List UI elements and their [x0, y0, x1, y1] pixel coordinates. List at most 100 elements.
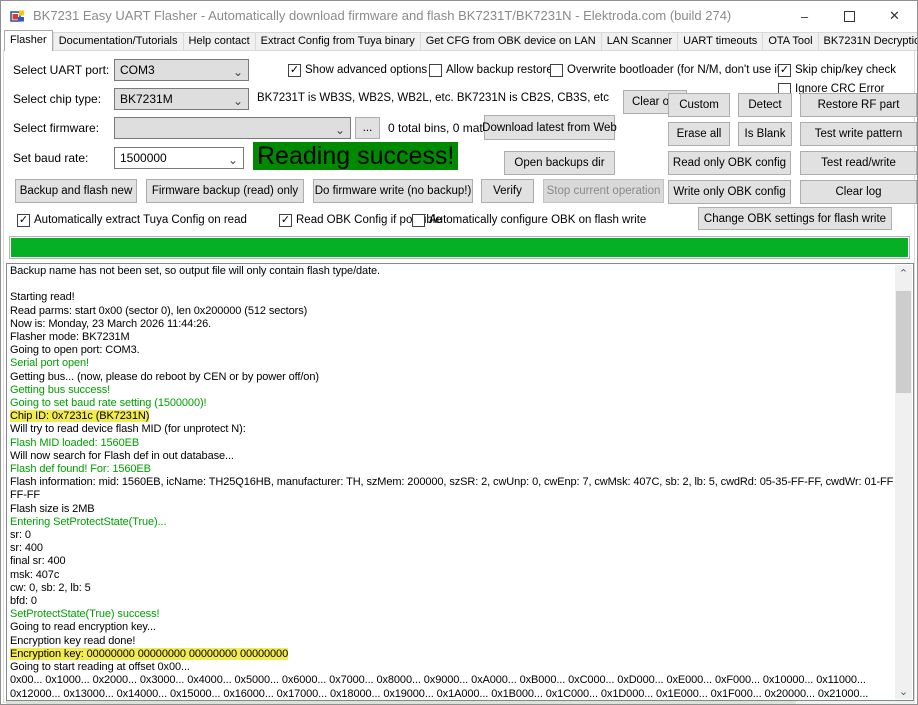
log-line: Starting read! — [10, 291, 75, 304]
tab-get-cfg-from-obk-device-on-lan[interactable]: Get CFG from OBK device on LAN — [420, 32, 602, 51]
erase-all-button[interactable]: Erase all — [668, 122, 730, 146]
verify-button[interactable]: Verify — [481, 179, 534, 203]
log-line: Encryption key read done! — [10, 634, 136, 647]
tab-help-contact[interactable]: Help contact — [183, 32, 256, 51]
checkbox-unchecked-icon[interactable] — [550, 63, 563, 77]
log-line: Now is: Monday, 23 March 2026 11:44:26. — [10, 317, 212, 330]
backup-and-flash-new-button[interactable]: Backup and flash new — [15, 179, 137, 203]
title-bar: BK7231 Easy UART Flasher - Automatically… — [1, 1, 917, 31]
checkbox-label: Automatically extract Tuya Config on rea… — [34, 214, 247, 226]
log-text: Backup name has not been set, so output … — [10, 265, 893, 698]
overwrite-bootloader-checkbox[interactable]: Overwrite bootloader (for N/M, don't use… — [550, 62, 784, 78]
scroll-up-icon[interactable]: ⌃ — [895, 265, 912, 281]
scroll-down-icon[interactable]: ⌄ — [895, 683, 912, 699]
tab-uart-timeouts[interactable]: UART timeouts — [678, 32, 764, 51]
tab-extract-config-from-tuya-binary[interactable]: Extract Config from Tuya binary — [255, 32, 421, 51]
checkbox-checked-icon[interactable]: ✓ — [17, 213, 30, 227]
checkbox-label: Allow backup restore — [446, 64, 553, 76]
chip-type-select[interactable]: BK7231M ⌄ — [114, 88, 249, 110]
checkbox-unchecked-icon[interactable] — [429, 63, 442, 77]
tab-lan-scanner[interactable]: LAN Scanner — [601, 32, 679, 51]
log-line: Will now search for Flash def in out dat… — [10, 449, 234, 462]
chevron-down-icon: ⌄ — [232, 94, 243, 108]
stop-operation-button[interactable]: Stop current operation — [543, 179, 664, 203]
write-only-obk-config-button[interactable]: Write only OBK config — [668, 180, 791, 204]
change-obk-settings-button[interactable]: Change OBK settings for flash write — [698, 207, 892, 230]
log-horizontal-scrollbar[interactable] — [6, 701, 914, 704]
app-window: BK7231 Easy UART Flasher - Automatically… — [0, 0, 918, 705]
minimize-button[interactable]: – — [782, 1, 827, 31]
auto-extract-tuya-checkbox[interactable]: ✓ Automatically extract Tuya Config on re… — [17, 212, 247, 228]
checkbox-label: Skip chip/key check — [795, 64, 896, 76]
log-line: sr: 0 — [10, 529, 31, 542]
tab-flasher[interactable]: Flasher — [4, 30, 53, 51]
close-button[interactable]: ✕ — [872, 1, 917, 31]
log-line: 0x12000... 0x13000... 0x14000... 0x15000… — [10, 687, 869, 699]
log-line: Going to set baud rate setting (1500000)… — [10, 397, 207, 410]
is-blank-button[interactable]: Is Blank — [738, 122, 792, 146]
log-line: Read parms: start 0x00 (sector 0), len 0… — [10, 304, 308, 317]
firmware-backup-button[interactable]: Firmware backup (read) only — [146, 179, 304, 203]
uart-port-label: Select UART port: — [13, 63, 110, 77]
firmware-write-button[interactable]: Do firmware write (no backup!) — [313, 179, 473, 203]
log-line: Entering SetProtectState(True)... — [10, 515, 167, 528]
firmware-select[interactable]: ⌄ — [114, 117, 351, 139]
log-line: Getting bus... (now, please do reboot by… — [10, 370, 319, 383]
chip-type-value: BK7231M — [120, 92, 173, 106]
log-line: Flash def found! For: 1560EB — [10, 463, 151, 476]
checkbox-checked-icon[interactable]: ✓ — [279, 213, 292, 227]
log-line: bfd: 0 — [10, 595, 37, 608]
allow-backup-restore-checkbox[interactable]: Allow backup restore — [429, 62, 553, 78]
restore-rf-part-button[interactable]: Restore RF part — [800, 93, 917, 117]
checkbox-checked-icon[interactable]: ✓ — [288, 63, 301, 77]
detect-button[interactable]: Detect — [738, 93, 792, 117]
close-icon: ✕ — [889, 8, 900, 23]
chip-type-hint: BK7231T is WB3S, WB2S, WB2L, etc. BK7231… — [257, 92, 609, 104]
show-advanced-options-checkbox[interactable]: ✓ Show advanced options — [288, 62, 427, 78]
log-line: Going to open port: COM3. — [10, 344, 140, 357]
tab-strip: Flasher Documentation/Tutorials Help conta… — [4, 30, 917, 51]
log-vertical-scrollbar[interactable]: ⌃ ⌄ — [895, 265, 912, 699]
uart-port-select[interactable]: COM3 ⌄ — [114, 59, 249, 81]
clear-log-button[interactable]: Clear log — [800, 180, 917, 204]
tab-ota-tool[interactable]: OTA Tool — [763, 32, 819, 51]
log-line: Chip ID: 0x7231c (BK7231N) — [10, 410, 150, 423]
custom-button[interactable]: Custom — [668, 93, 730, 117]
download-latest-button[interactable]: Download latest from Web — [482, 115, 617, 140]
firmware-label: Select firmware: — [13, 121, 100, 135]
log-line: Flasher mode: BK7231M — [10, 331, 130, 344]
tab-bk7231n-decryption[interactable]: BK7231N Decryption — [818, 32, 917, 51]
log-textbox[interactable]: Backup name has not been set, so output … — [6, 263, 914, 701]
skip-chip-key-check-checkbox[interactable]: ✓ Skip chip/key check — [778, 62, 896, 78]
checkbox-checked-icon[interactable]: ✓ — [778, 63, 791, 77]
log-line: 0x00... 0x1000... 0x2000... 0x3000... 0x… — [10, 674, 866, 687]
tab-documentation-tutorials[interactable]: Documentation/Tutorials — [52, 32, 184, 51]
log-line: final sr: 400 — [10, 555, 66, 568]
scrollbar-thumb[interactable] — [896, 291, 911, 393]
uart-port-value: COM3 — [120, 63, 155, 77]
horizontal-scrollbar-thumb[interactable] — [6, 701, 796, 704]
log-line: cw: 0, sb: 2, lb: 5 — [10, 581, 91, 594]
open-backups-dir-button[interactable]: Open backups dir — [504, 151, 615, 175]
app-icon — [10, 10, 24, 22]
auto-configure-obk-checkbox[interactable]: Automatically configure OBK on flash wri… — [412, 212, 646, 228]
read-only-obk-config-button[interactable]: Read only OBK config — [668, 151, 791, 175]
browse-firmware-button[interactable]: ... — [355, 117, 380, 139]
checkbox-unchecked-icon[interactable] — [412, 213, 425, 227]
baud-rate-combo[interactable]: 1500000 ⌄ — [114, 147, 244, 169]
chip-type-label: Select chip type: — [13, 92, 102, 106]
progress-bar — [9, 236, 910, 259]
chevron-down-icon: ⌄ — [232, 65, 243, 79]
window-title: BK7231 Easy UART Flasher - Automatically… — [33, 8, 732, 23]
baud-rate-value: 1500000 — [120, 151, 167, 165]
checkbox-label: Show advanced options — [305, 64, 428, 76]
test-write-pattern-button[interactable]: Test write pattern — [800, 122, 917, 146]
test-read-write-button[interactable]: Test read/write — [800, 151, 917, 175]
maximize-button[interactable] — [827, 1, 872, 31]
log-line: Flash size is 2MB — [10, 502, 95, 515]
log-line: Going to start reading at offset 0x00... — [10, 661, 190, 674]
maximize-icon — [844, 10, 855, 22]
chevron-down-icon: ⌄ — [334, 123, 345, 137]
log-line: Encryption key: 00000000 00000000 000000… — [10, 647, 289, 660]
